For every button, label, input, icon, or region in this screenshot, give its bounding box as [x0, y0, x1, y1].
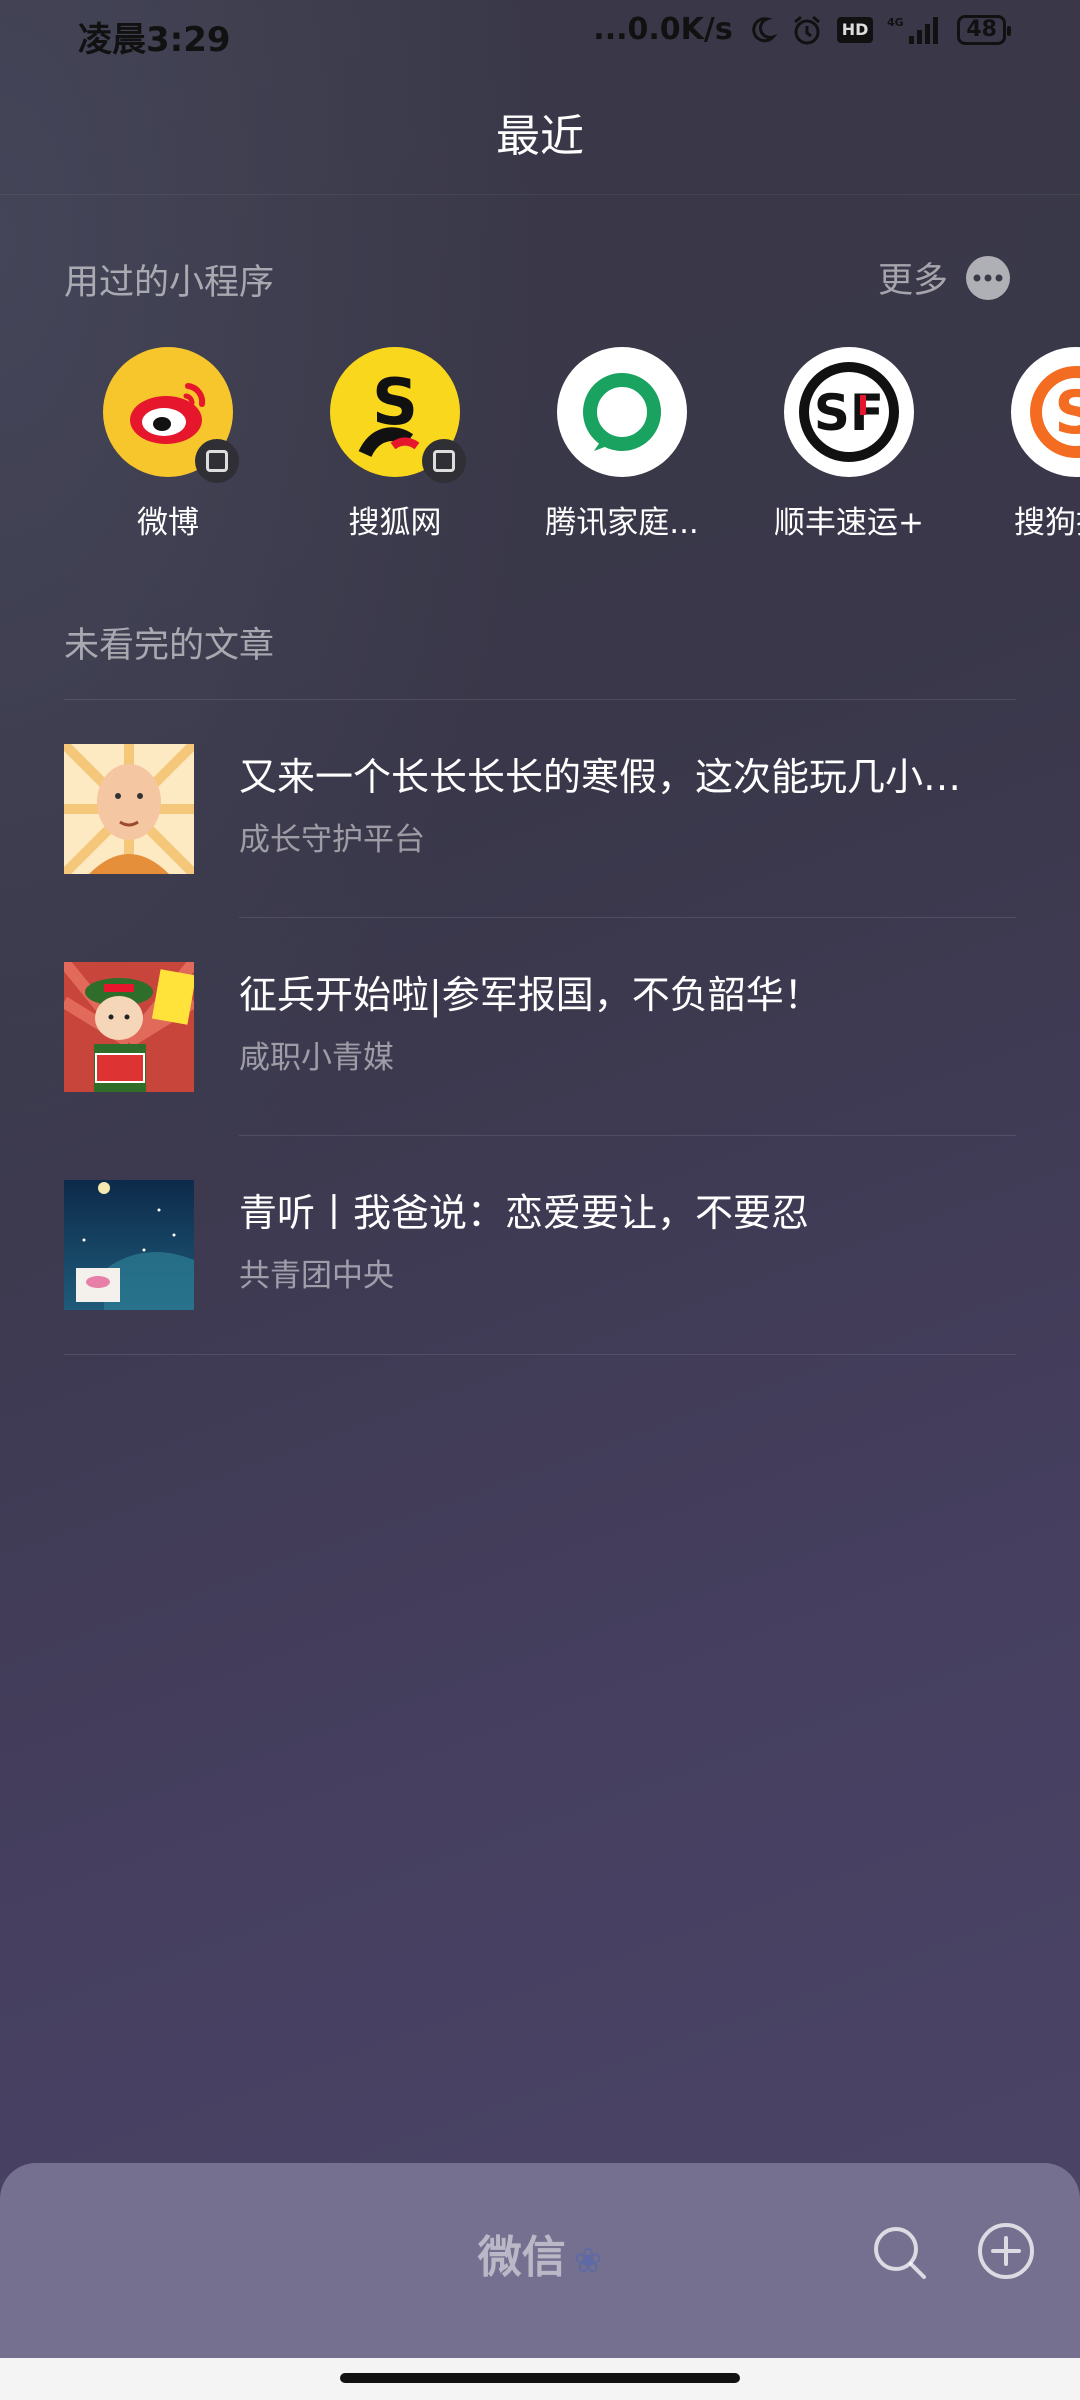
weibo-icon [103, 347, 239, 483]
battery-level: 48 [966, 16, 997, 42]
mini-program-label: 腾讯家庭... [545, 505, 699, 541]
alarm-icon [791, 14, 823, 46]
article-title: 征兵开始啦|参军报国，不负韶华！ [239, 973, 822, 1017]
article-thumbnail [64, 962, 194, 1092]
add-button[interactable] [976, 2221, 1036, 2281]
hd-icon: HD [836, 16, 874, 43]
article-source: 共青团中央 [239, 1258, 394, 1294]
battery-icon: 48 [957, 14, 1011, 45]
home-indicator[interactable] [340, 2373, 740, 2383]
article-title: 又来一个长长长长的寒假，这次能玩几小… [239, 755, 962, 799]
mini-programs-label: 用过的小程序 [64, 263, 275, 303]
article-thumbnail [64, 744, 194, 874]
article-source: 咸职小青媒 [239, 1040, 394, 1076]
mini-program-sohu[interactable]: S 搜狐网 [285, 345, 505, 542]
mini-program-badge-icon [422, 439, 466, 483]
signal-icon: 4G [887, 14, 943, 46]
mini-program-sogou[interactable]: S 搜狗搜索 [966, 345, 1080, 542]
sohu-icon: S [330, 347, 466, 483]
page-title: 最近 [496, 111, 584, 162]
status-icons: ...0.0K/s HD 4G 48 [593, 12, 1011, 47]
svg-text:S: S [1054, 378, 1080, 448]
ellipsis-icon [966, 255, 1010, 300]
mini-program-badge-icon [195, 439, 239, 483]
sf-express-icon: SF [784, 347, 914, 477]
moon-icon [747, 15, 777, 45]
mini-program-weibo[interactable]: 微博 [58, 345, 278, 542]
mini-program-label: 顺丰速运+ [774, 505, 924, 541]
bottom-bar: 微信 ❀ [0, 2163, 1080, 2358]
search-icon [874, 2227, 926, 2279]
article-thumbnail [64, 1180, 194, 1310]
article-title: 青听丨我爸说：恋爱要让，不要忍 [239, 1191, 810, 1235]
mini-program-label: 搜狐网 [348, 505, 442, 541]
sprig-icon: ❀ [573, 2241, 603, 2281]
mini-program-list: 微博 S 搜狐网 腾讯家庭... SF 顺丰速运+ S 搜狗 [0, 345, 1080, 545]
signal-type-label: 4G [887, 16, 904, 29]
divider [0, 194, 1080, 195]
mini-program-sf-express[interactable]: SF 顺丰速运+ [739, 345, 959, 542]
more-label: 更多 [877, 261, 948, 301]
search-button[interactable] [870, 2223, 930, 2283]
articles-label: 未看完的文章 [64, 626, 275, 666]
network-speed: ...0.0K/s [593, 12, 733, 47]
svg-text:SF: SF [814, 384, 884, 442]
system-nav-area [0, 2358, 1080, 2400]
tencent-family-icon [557, 347, 687, 477]
status-bar: 凌晨3:29 ...0.0K/s HD 4G 48 [0, 0, 1080, 66]
article-item[interactable]: 征兵开始啦|参军报国，不负韶华！ 咸职小青媒 [64, 918, 1016, 1136]
mini-program-label: 搜狗搜索 [1014, 505, 1080, 541]
article-item[interactable]: 青听丨我爸说：恋爱要让，不要忍 共青团中央 [64, 1136, 1016, 1354]
article-source: 成长守护平台 [239, 822, 425, 858]
status-time: 凌晨3:29 [78, 20, 231, 60]
sogou-icon: S [1011, 347, 1080, 477]
more-button[interactable]: 更多 [878, 252, 1010, 303]
mini-program-label: 微博 [137, 505, 199, 541]
wechat-title: 微信 [477, 2232, 566, 2283]
plus-circle-icon [978, 2223, 1034, 2279]
article-item[interactable]: 又来一个长长长长的寒假，这次能玩几小… 成长守护平台 [64, 700, 1016, 918]
divider [64, 1354, 1016, 1355]
mini-program-tencent-family[interactable]: 腾讯家庭... [512, 345, 732, 542]
